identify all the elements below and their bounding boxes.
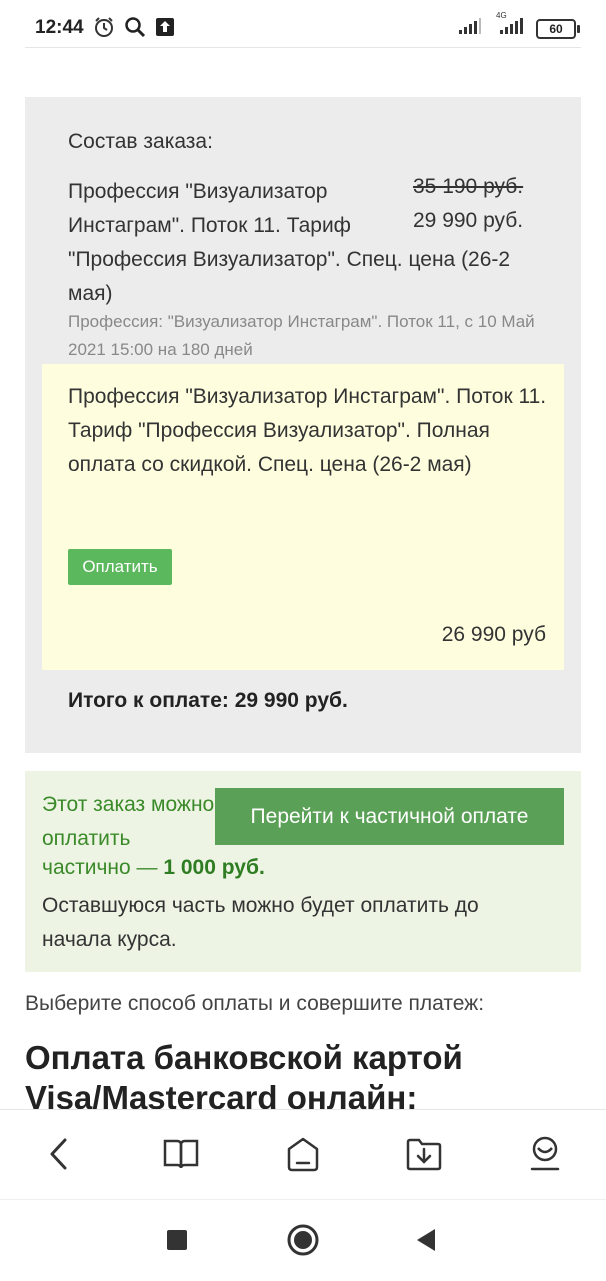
- status-time: 12:44: [35, 17, 84, 38]
- network-label: 4G: [496, 11, 507, 20]
- upload-icon: [155, 17, 175, 42]
- offer-price: 26 990 руб: [441, 623, 546, 646]
- product-name-line2: Инстаграм". Поток 11. Тариф: [68, 214, 351, 237]
- product-name-rest: "Профессия Визуализатор". Спец. цена (26…: [68, 248, 511, 305]
- search-icon: [124, 16, 146, 43]
- alarm-icon: [93, 16, 115, 43]
- signal-icon: [458, 17, 482, 40]
- partial-text: Этот заказ можно оплатить: [42, 793, 215, 850]
- system-navigation: [0, 1199, 606, 1281]
- discount-offer: Профессия "Визуализатор Инстаграм". Пото…: [42, 364, 564, 670]
- battery-icon: 60: [536, 18, 580, 39]
- partial-rest-text: Оставшуюся часть можно будет оплатить до…: [42, 894, 479, 951]
- browser-toolbar: [0, 1109, 606, 1200]
- status-bar: 12:44 4G 60: [0, 0, 606, 48]
- card-payment-heading: Оплата банковской картой Visa/Mastercard…: [25, 1039, 463, 1110]
- home-circle-icon[interactable]: [283, 1220, 323, 1260]
- order-summary: Состав заказа: Профессия "Визуализатор И…: [25, 97, 581, 753]
- back-icon[interactable]: [36, 1130, 84, 1178]
- product-description: Профессия: "Визуализатор Инстаграм". Пот…: [68, 312, 535, 359]
- partial-line2-text: частично —: [42, 856, 164, 879]
- order-title: Состав заказа:: [68, 130, 213, 153]
- product-name-line1: Профессия "Визуализатор: [68, 180, 328, 203]
- download-icon[interactable]: [400, 1130, 448, 1178]
- order-total: Итого к оплате: 29 990 руб.: [68, 689, 348, 712]
- partial-payment-button[interactable]: Перейти к частичной оплате: [215, 788, 564, 845]
- pay-button[interactable]: Оплатить: [68, 549, 172, 585]
- partial-payment-box: Этот заказ можно оплатить частично — 1 0…: [25, 771, 581, 972]
- book-icon[interactable]: [157, 1130, 205, 1178]
- profile-icon[interactable]: [521, 1130, 569, 1178]
- partial-amount: 1 000 руб.: [163, 856, 265, 879]
- old-price: 35 190 руб.: [413, 175, 524, 198]
- status-divider: [25, 47, 581, 48]
- choose-payment-text: Выберите способ оплаты и совершите плате…: [25, 992, 485, 1015]
- signal-4g-icon: 4G: [494, 11, 524, 40]
- new-price: 29 990 руб.: [413, 209, 524, 232]
- recents-icon[interactable]: [157, 1220, 197, 1260]
- partial-amount-line: частично — 1 000 руб.: [42, 856, 265, 880]
- offer-text: Профессия "Визуализатор Инстаграм". Пото…: [68, 385, 547, 476]
- home-icon[interactable]: [279, 1130, 327, 1178]
- back-triangle-icon[interactable]: [406, 1220, 446, 1260]
